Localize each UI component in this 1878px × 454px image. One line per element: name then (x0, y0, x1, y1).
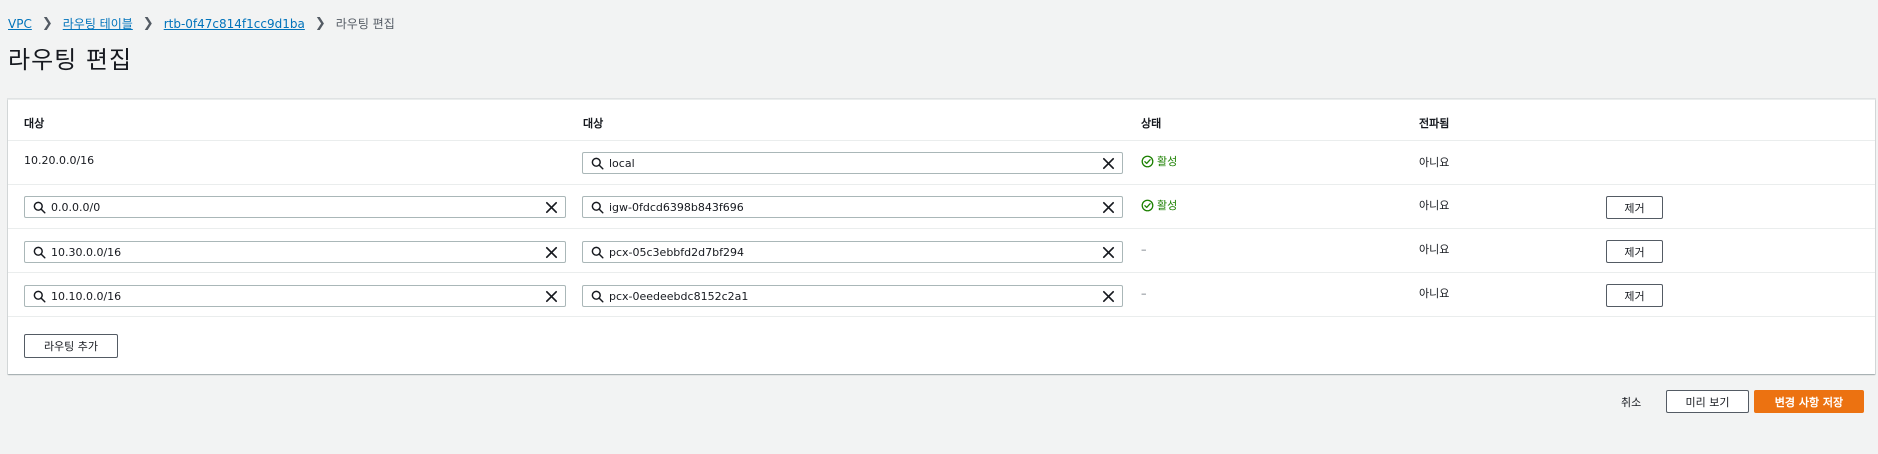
destination-field (24, 196, 566, 218)
search-icon (591, 201, 604, 214)
column-header-destination: 대상 (24, 117, 45, 130)
status-badge: 활성 (1141, 197, 1177, 213)
propagated-value: 아니요 (1419, 287, 1450, 300)
route-destination-text: 10.20.0.0/16 (24, 154, 95, 167)
target-input[interactable] (609, 155, 1092, 171)
search-icon (33, 246, 46, 259)
search-icon (33, 290, 46, 303)
status-check-icon (1141, 155, 1154, 167)
breadcrumb-link-vpc[interactable]: VPC (8, 17, 32, 31)
close-icon[interactable] (544, 245, 559, 260)
close-icon[interactable] (1101, 245, 1116, 260)
search-icon (591, 246, 604, 259)
save-changes-button[interactable]: 변경 사항 저장 (1754, 390, 1864, 413)
propagated-value: 아니요 (1419, 243, 1450, 256)
close-icon[interactable] (1101, 200, 1116, 215)
target-field (582, 196, 1123, 218)
remove-route-button[interactable]: 제거 (1606, 196, 1663, 219)
status-empty: – (1141, 287, 1147, 300)
row-divider (8, 316, 1875, 317)
status-text: 활성 (1157, 155, 1178, 168)
target-field (582, 152, 1123, 174)
status-check-icon (1141, 199, 1154, 211)
status-badge: 활성 (1141, 153, 1177, 169)
row-divider (8, 228, 1875, 229)
close-icon[interactable] (1101, 156, 1116, 171)
destination-input[interactable] (51, 199, 535, 215)
target-input[interactable] (609, 288, 1092, 304)
column-header-status: 상태 (1141, 117, 1162, 130)
preview-button[interactable]: 미리 보기 (1666, 390, 1749, 413)
breadcrumb-link-route-table-id[interactable]: rtb-0f47c814f1cc9d1ba (164, 17, 305, 31)
remove-route-button[interactable]: 제거 (1606, 284, 1663, 307)
breadcrumb-link-route-tables[interactable]: 라우팅 테이블 (63, 15, 133, 32)
status-text: 활성 (1157, 199, 1178, 212)
row-divider (8, 140, 1875, 141)
close-icon[interactable] (544, 200, 559, 215)
remove-route-button[interactable]: 제거 (1606, 240, 1663, 263)
search-icon (591, 290, 604, 303)
propagated-value: 아니요 (1419, 199, 1450, 212)
chevron-right-icon: ❯ (142, 16, 154, 31)
row-divider (8, 272, 1875, 273)
propagated-value: 아니요 (1419, 156, 1450, 169)
breadcrumb: VPC ❯ 라우팅 테이블 ❯ rtb-0f47c814f1cc9d1ba ❯ … (8, 15, 395, 32)
target-input[interactable] (609, 244, 1092, 260)
search-icon (591, 157, 604, 170)
search-icon (33, 201, 46, 214)
page-title: 라우팅 편집 (8, 46, 133, 74)
add-route-button[interactable]: 라우팅 추가 (24, 334, 118, 358)
destination-field (24, 241, 566, 263)
close-icon[interactable] (544, 289, 559, 304)
cancel-button[interactable]: 취소 (1621, 394, 1641, 410)
chevron-right-icon: ❯ (41, 16, 53, 31)
chevron-right-icon: ❯ (314, 16, 326, 31)
target-field (582, 285, 1123, 307)
breadcrumb-current: 라우팅 편집 (335, 17, 395, 31)
destination-input[interactable] (51, 288, 535, 304)
target-field (582, 241, 1123, 263)
column-header-target: 대상 (583, 117, 604, 130)
column-header-propagated: 전파됨 (1419, 117, 1450, 130)
destination-field (24, 285, 566, 307)
destination-input[interactable] (51, 244, 535, 260)
row-divider (8, 184, 1875, 185)
status-empty: – (1141, 243, 1147, 256)
close-icon[interactable] (1101, 289, 1116, 304)
target-input[interactable] (609, 199, 1092, 215)
